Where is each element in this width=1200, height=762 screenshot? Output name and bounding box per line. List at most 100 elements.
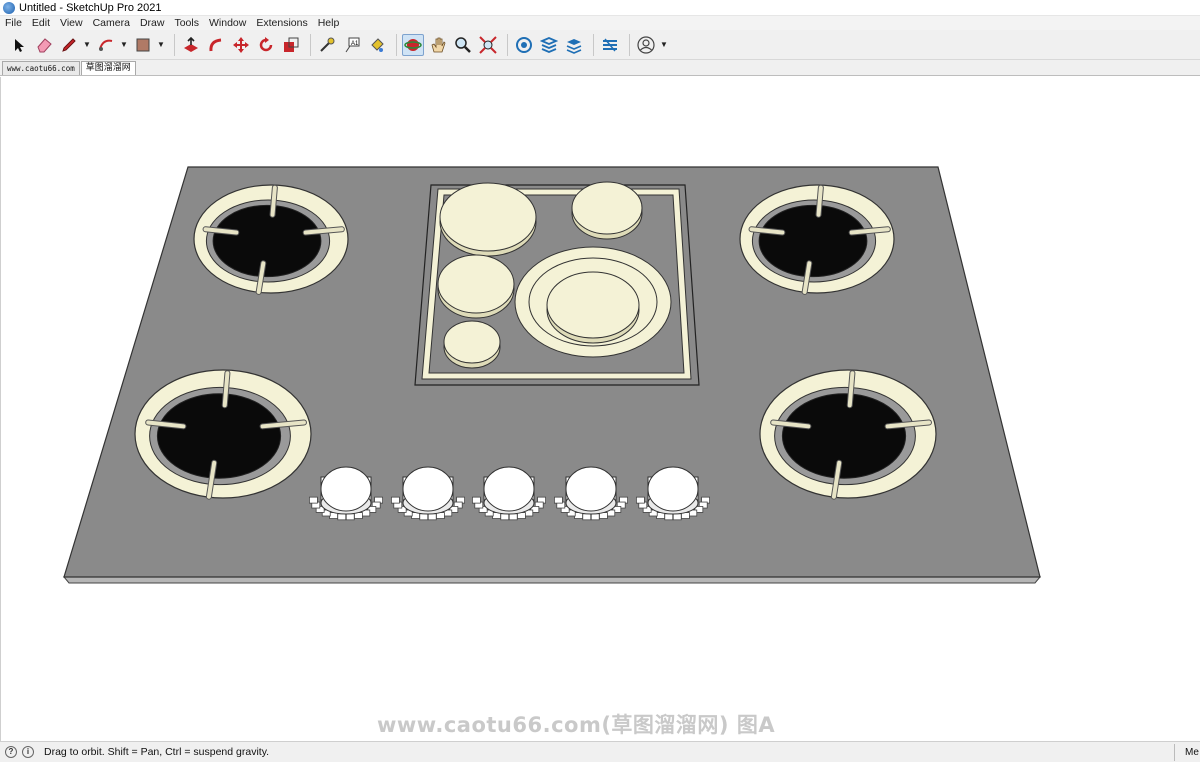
knob-4-cap <box>647 466 699 512</box>
pencil-icon <box>62 37 76 52</box>
tape-measure-tool-button[interactable] <box>316 34 338 56</box>
measurements-box[interactable]: Me <box>1174 744 1200 761</box>
knob-0-tick-11 <box>309 496 318 504</box>
menu-camera[interactable]: Camera <box>88 17 135 29</box>
shape-tool-dropdown[interactable]: ▼ <box>157 34 165 56</box>
menu-tools[interactable]: Tools <box>169 17 204 29</box>
hotplate-mid-left <box>437 254 515 314</box>
status-bar: ? i Drag to orbit. Shift = Pan, Ctrl = s… <box>0 741 1200 762</box>
menu-extensions[interactable]: Extensions <box>251 17 312 29</box>
shape-tool-button[interactable] <box>132 34 154 56</box>
burner-top-left-grate-2 <box>270 185 277 217</box>
arc-icon <box>99 39 113 51</box>
menu-file[interactable]: File <box>0 17 27 29</box>
knob-2-tick-5 <box>508 513 518 521</box>
warehouse-icon <box>516 36 532 53</box>
knob-4-tick-6 <box>664 513 674 521</box>
arrow-cursor-icon <box>15 38 24 52</box>
line-tool-button[interactable] <box>58 34 80 56</box>
zoom-extents-tool-button[interactable] <box>477 34 499 56</box>
text-tool-button[interactable]: A1 <box>341 34 363 56</box>
burner-bottom-left-bowl <box>156 393 282 479</box>
knob-4-tick-11 <box>636 496 645 504</box>
line-tool-dropdown[interactable]: ▼ <box>83 34 91 56</box>
hotplate-bottom-left <box>443 320 501 364</box>
info-icon[interactable]: i <box>22 746 34 758</box>
knob-4-tick-5 <box>672 513 682 521</box>
burner-top-right-grate-2 <box>816 185 823 217</box>
move-icon <box>233 36 249 53</box>
account-button[interactable] <box>635 34 657 56</box>
paint-bucket-icon <box>371 37 384 52</box>
extension-warehouse-button[interactable] <box>538 34 560 56</box>
cooktop-model <box>62 166 1042 584</box>
knob-1-tick-5 <box>427 513 437 521</box>
main-toolbar: ▼ ▼ ▼ A1 ▼ <box>0 30 1200 60</box>
select-tool-button[interactable] <box>8 34 30 56</box>
scene-tab-caotu[interactable]: www.caotu66.com <box>2 61 80 75</box>
title-bar: Untitled - SketchUp Pro 2021 <box>0 0 1200 16</box>
zoom-tool-button[interactable] <box>452 34 474 56</box>
knob-1-tick-6 <box>419 513 429 521</box>
geolocation-icon[interactable]: ? <box>5 746 17 758</box>
tape-measure-icon <box>320 37 335 52</box>
orbit-icon <box>404 38 422 51</box>
eraser-tool-button[interactable] <box>33 34 55 56</box>
rectangle-icon <box>136 38 150 51</box>
scale-tool-button[interactable] <box>280 34 302 56</box>
paint-bucket-tool-button[interactable] <box>366 34 388 56</box>
layout-button[interactable] <box>563 34 585 56</box>
status-hint: Drag to orbit. Shift = Pan, Ctrl = suspe… <box>44 746 270 758</box>
send-to-layout-button[interactable] <box>599 34 621 56</box>
extension-icon <box>540 36 558 53</box>
toolbar-separator <box>174 33 175 56</box>
arc-tool-button[interactable] <box>95 34 117 56</box>
toolbar-separator <box>396 33 397 56</box>
push-pull-icon <box>184 36 198 52</box>
follow-me-tool-button[interactable] <box>205 34 227 56</box>
hotplate-top-left <box>439 182 537 252</box>
follow-me-icon <box>209 38 222 51</box>
user-icon <box>637 35 655 54</box>
account-dropdown[interactable]: ▼ <box>660 34 668 56</box>
menu-help[interactable]: Help <box>313 17 345 29</box>
toolbar-separator <box>629 33 630 56</box>
scene-tab-selected[interactable]: 草图溜溜网 <box>80 61 136 75</box>
send-layout-icon <box>603 38 617 51</box>
menu-bar: File Edit View Camera Draw Tools Window … <box>0 16 1200 30</box>
toolbar-separator <box>310 33 311 56</box>
move-tool-button[interactable] <box>230 34 252 56</box>
arc-tool-dropdown[interactable]: ▼ <box>120 34 128 56</box>
menu-view[interactable]: View <box>55 17 88 29</box>
layout-icon <box>566 38 582 54</box>
orbit-tool-button[interactable] <box>402 33 424 56</box>
pan-tool-button[interactable] <box>427 34 449 56</box>
knob-0-tick-5 <box>345 513 355 521</box>
rotate-tool-button[interactable] <box>255 34 277 56</box>
hand-icon <box>431 37 446 52</box>
burner-bottom-right-bowl <box>781 393 907 479</box>
watermark: www.caotu66.com(草图溜溜网) 图A <box>377 713 776 737</box>
toolbar-separator <box>593 33 594 56</box>
knob-3-cap <box>565 466 617 512</box>
menu-window[interactable]: Window <box>204 17 251 29</box>
cooktop-edge <box>62 576 1042 584</box>
burner-bottom-left-grate-2 <box>222 371 230 408</box>
window-title: Untitled - SketchUp Pro 2021 <box>19 1 162 14</box>
burner-bottom-right-grate-2 <box>847 371 855 408</box>
rotate-icon <box>259 36 273 51</box>
drawing-viewport[interactable]: www.caotu66.com(草图溜溜网) 图A <box>0 77 1200 741</box>
menu-edit[interactable]: Edit <box>27 17 55 29</box>
eraser-icon <box>37 37 52 52</box>
push-pull-tool-button[interactable] <box>180 34 202 56</box>
3d-warehouse-button[interactable] <box>513 34 535 56</box>
text-icon: A1 <box>345 37 360 52</box>
scale-icon <box>284 37 299 52</box>
toolbar-separator <box>507 33 508 56</box>
scene-tabs: www.caotu66.com 草图溜溜网 <box>0 60 1200 76</box>
burner-top-right-bowl <box>758 204 868 278</box>
hotplate-large-inner <box>546 271 640 339</box>
knob-3-tick-11 <box>554 496 563 504</box>
menu-draw[interactable]: Draw <box>135 17 170 29</box>
knob-3-tick-5 <box>590 513 600 521</box>
